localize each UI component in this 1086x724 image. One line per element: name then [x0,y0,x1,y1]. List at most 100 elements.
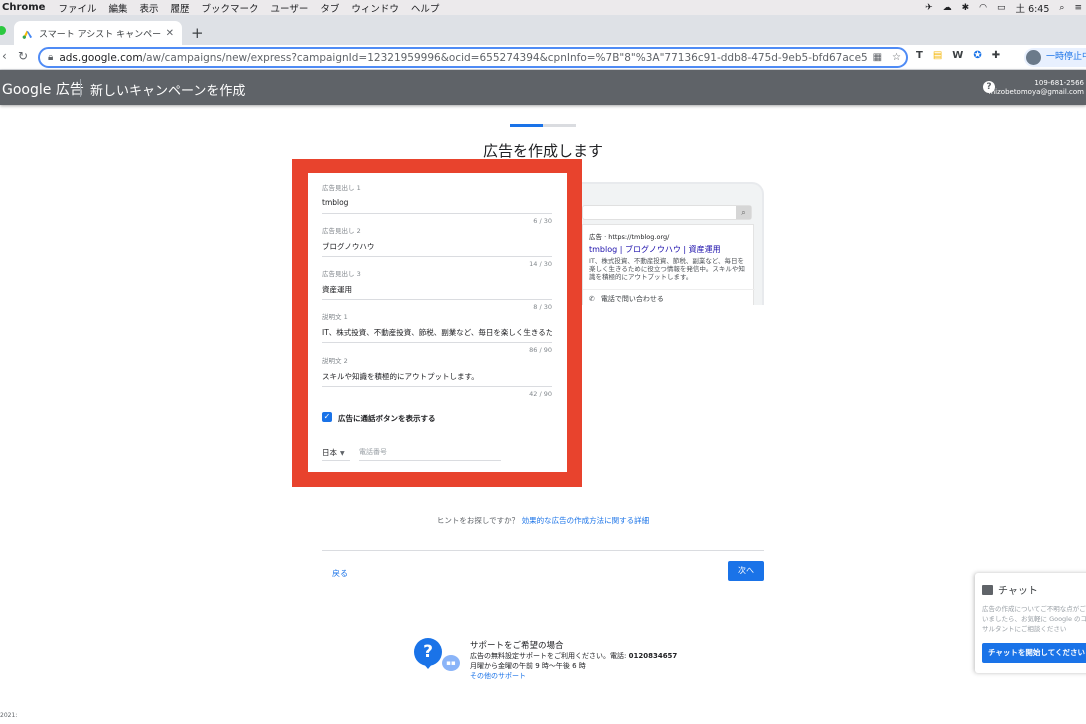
lock-icon[interactable]: 🔒︎ [48,52,53,63]
new-tab-icon[interactable]: + [191,24,204,42]
menu-users[interactable]: ユーザー [271,1,309,15]
tab-close-icon[interactable]: ✕ [166,28,174,39]
support-hours: 月曜から金曜の午前 9 時〜午後 6 時 [470,662,586,670]
menu-clock[interactable]: 土 6:45 [1016,1,1050,15]
call-button-checkbox-label[interactable]: 広告に通話ボタンを表示する [338,413,436,424]
wifi-icon[interactable]: ◠ [979,3,987,13]
preview-headline: tmblog | ブログノウハウ | 資産運用 [589,245,721,254]
battery-icon[interactable]: ▭ [997,3,1006,13]
headline-3-field[interactable]: 広告見出し 3 資産運用 8 / 30 [322,268,552,311]
field-label: 広告見出し 2 [322,227,361,235]
account-email: mizobetomoya@gmail.com [988,87,1084,96]
notification-center-icon[interactable]: ≡ [1074,3,1082,13]
header-title: 新しいキャンペーンを作成 [90,84,246,99]
menu-edit[interactable]: 編集 [108,1,127,15]
chat-header: チャット [982,582,1038,597]
bookmark-star-icon[interactable]: ☆ [892,52,901,63]
address-bar[interactable]: 🔒︎ ads.google.com/aw/campaigns/new/expre… [38,47,908,68]
bluetooth-icon[interactable]: ✱ [962,3,970,13]
field-label: 説明文 2 [322,357,348,365]
headline-2-input[interactable]: ブログノウハウ [322,241,552,251]
browser-tab-active[interactable]: スマート アシスト キャンペーン - ✕ [14,21,182,45]
field-underline [322,386,552,387]
menu-view[interactable]: 表示 [140,1,159,15]
chat-bubble-icon: ▪▪ [442,655,460,671]
preview-ad-result: 広告 · https://tmblog.org/ tmblog | ブログノウハ… [582,224,755,305]
footnote: 2021: [0,712,18,719]
menu-help[interactable]: ヘルプ [411,1,440,15]
google-ads-logo[interactable]: Google 広告 [2,79,84,99]
hint-link[interactable]: 効果的な広告の作成方法に関する詳細 [522,516,650,525]
description-2-input[interactable]: スキルや知識を積極的にアウトプットします。 [322,371,552,381]
reload-icon[interactable]: ↻ [18,49,28,63]
qr-code-icon[interactable]: ▦ [873,52,882,63]
char-counter: 8 / 30 [533,303,552,311]
cloud-icon[interactable]: ☁ [943,3,952,13]
back-button[interactable]: 戻る [332,568,348,579]
other-support-link[interactable]: その他のサポート [470,671,526,681]
call-button-checkbox[interactable]: ✓ [322,412,332,422]
country-value: 日本 [322,448,337,457]
headline-1-field[interactable]: 広告見出し 1 tmblog 6 / 30 [322,182,552,225]
ad-form: 広告見出し 1 tmblog 6 / 30 広告見出し 2 ブログノウハウ 14… [308,173,567,472]
hint-prefix: ヒントをお探しですか？ [436,516,520,525]
char-counter: 86 / 90 [529,346,552,354]
next-button[interactable]: 次へ [728,561,764,581]
preview-search-icon: ⌕ [736,206,751,219]
profile-button[interactable]: 一時停止中 [1024,48,1086,67]
char-counter: 14 / 30 [529,260,552,268]
country-select[interactable]: 日本 ▼ [322,447,345,458]
address-url[interactable]: ads.google.com/aw/campaigns/new/express?… [59,52,867,64]
headline-1-input[interactable]: tmblog [322,198,552,208]
ads-header: Google 広告 新しいキャンペーンを作成 ? 109-681-2566 mi… [0,70,1086,105]
page-title: 広告を作成します [482,142,603,160]
chat-icon [982,585,993,595]
settings-extension-icon[interactable]: ✪ [973,50,981,61]
field-underline [322,299,552,300]
menu-bookmarks[interactable]: ブックマーク [202,1,259,15]
menu-file[interactable]: ファイル [58,1,96,15]
extension-icons: T ▤ W ✪ ✚ [916,50,1000,61]
start-chat-button[interactable]: チャットを開始してください [982,643,1086,663]
window-zoom-button[interactable] [0,26,6,35]
hint-text: ヒントをお探しですか？ 効果的な広告の作成方法に関する詳細 [300,515,786,526]
phone-icon: ✆ [589,295,595,303]
description-1-field[interactable]: 説明文 1 IT、株式投資、不動産投資、節税、副業など、毎日を楽しく生きるため … [322,311,552,354]
header-divider [80,79,81,97]
sheet-extension-icon[interactable]: ▤ [933,50,942,61]
profile-label: 一時停止中 [1046,52,1086,62]
account-info[interactable]: 109-681-2566 mizobetomoya@gmail.com [988,79,1084,96]
macos-menu-bar: Chrome ファイル 編集 表示 履歴 ブックマーク ユーザー タブ ウィンド… [0,0,1086,15]
headline-3-input[interactable]: 資産運用 [322,284,552,294]
char-counter: 42 / 90 [529,390,552,398]
headline-2-field[interactable]: 広告見出し 2 ブログノウハウ 14 / 30 [322,225,552,268]
menu-history[interactable]: 履歴 [171,1,190,15]
rocket-icon[interactable]: ✈ [925,3,933,13]
ad-preview: ⌕ 広告 · https://tmblog.org/ tmblog | ブログノ… [570,182,764,305]
preview-call-text: 電話で問い合わせる [600,295,664,303]
description-2-field[interactable]: 説明文 2 スキルや知識を積極的にアウトプットします。 42 / 90 [322,355,552,398]
puzzle-extensions-icon[interactable]: ✚ [992,50,1000,61]
menu-window[interactable]: ウィンドウ [351,1,399,15]
preview-call-row: ✆ 電話で問い合わせる [583,289,755,305]
preview-description: IT、株式投資、不動産投資、節税、副業など、毎日を楽しく生きるために役立つ情報を… [589,257,745,281]
back-arrow-icon[interactable]: ‹ [2,49,7,63]
google-ads-favicon-icon [22,30,33,39]
account-id: 109-681-2566 [1034,79,1084,87]
text-extension-icon[interactable]: T [916,50,923,61]
menu-app-name[interactable]: Chrome [2,2,45,13]
support-title: サポートをご希望の場合 [470,641,564,651]
field-underline [322,256,552,257]
divider [322,550,764,551]
description-1-input[interactable]: IT、株式投資、不動産投資、節税、副業など、毎日を楽しく生きるため [322,327,552,337]
spotlight-icon[interactable]: ⌕ [1059,3,1064,13]
menu-tab[interactable]: タブ [320,1,339,15]
chat-widget: チャット 広告の作成についてご不明な点がございましたら、お気軽に Google … [975,573,1086,673]
phone-number-input[interactable]: 電話番号 [359,447,387,457]
chat-title: チャット [998,586,1038,597]
step-progress-fill [510,124,543,127]
w-extension-icon[interactable]: W [952,50,963,61]
menu-status-area: ✈ ☁ ✱ ◠ ▭ 土 6:45 ⌕ ≡ [925,0,1082,15]
question-bubble-icon: ? [414,638,442,669]
support-phone-text: 広告の無料設定サポートをご利用ください。電話: [470,652,629,660]
